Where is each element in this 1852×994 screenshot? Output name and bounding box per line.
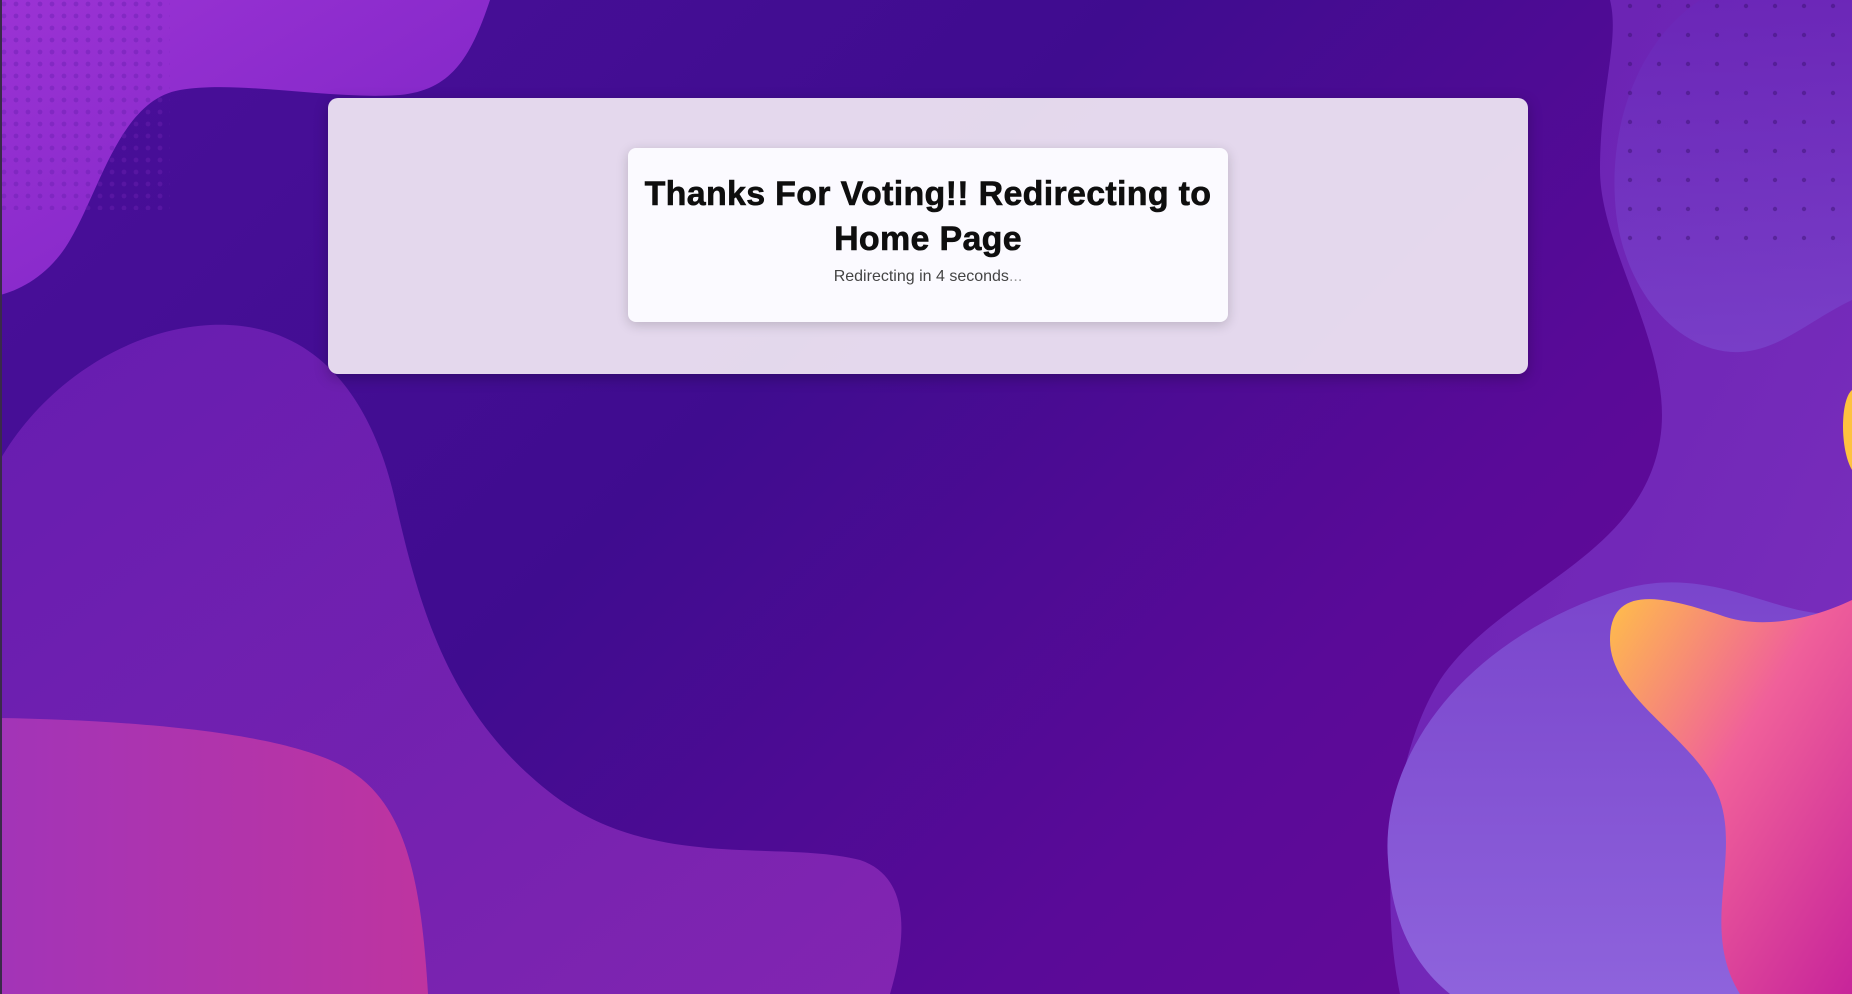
thank-you-heading: Thanks For Voting!! Redirecting to Home … <box>644 175 1212 259</box>
window-edge <box>0 0 2 994</box>
redirect-card: Thanks For Voting!! Redirecting to Home … <box>628 148 1228 322</box>
message-panel: Thanks For Voting!! Redirecting to Home … <box>328 98 1528 374</box>
status-prefix: Redirecting in <box>833 268 936 285</box>
countdown-seconds: 4 <box>935 268 945 285</box>
redirect-status: Redirecting in 4 seconds... <box>628 268 1228 286</box>
status-suffix: seconds <box>944 268 1009 285</box>
loading-ellipsis: ... <box>1008 268 1023 285</box>
